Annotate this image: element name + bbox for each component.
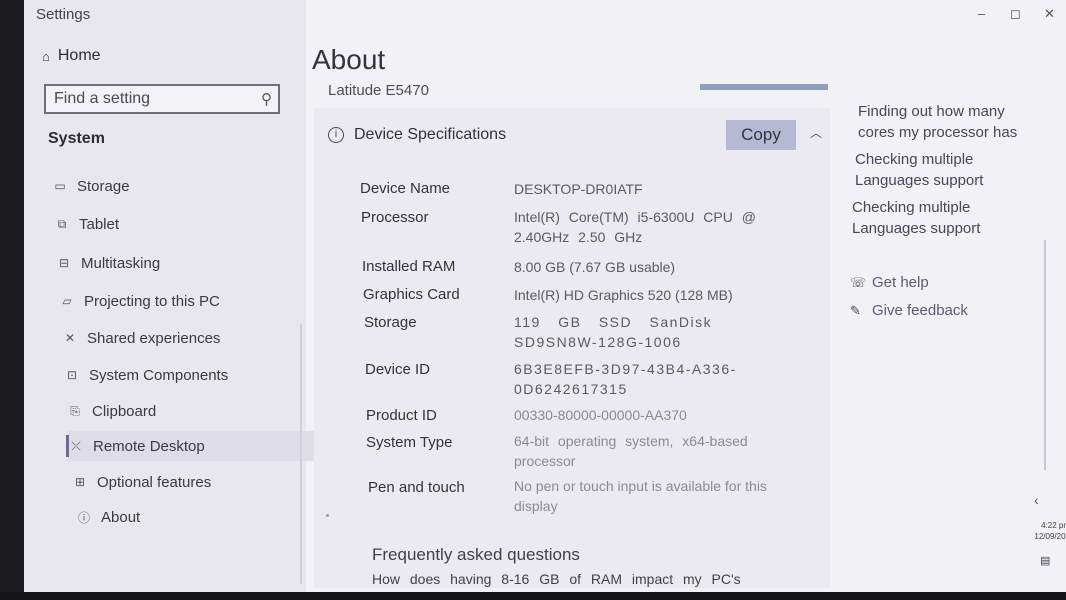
sidebar-item-label: Storage — [77, 177, 130, 195]
scroll-indicator — [326, 514, 329, 517]
section-label: System — [48, 130, 105, 147]
sidebar-item-label: Projecting to this PC — [84, 292, 220, 310]
spec-label-product-id: Product ID — [366, 407, 437, 424]
multitasking-icon: ⊟ — [58, 256, 70, 270]
spec-label-device-id: Device ID — [365, 361, 431, 378]
main-content: About Latitude E5470 i Device Specificat… — [312, 0, 832, 592]
spec-label-processor: Processor — [361, 209, 429, 226]
home-label: Home — [57, 47, 101, 64]
sidebar-item-label: System Components — [89, 366, 229, 384]
home-icon: ⌂ — [42, 48, 50, 64]
sidebar-item-about[interactable]: ⓘ About — [76, 502, 326, 532]
spec-label-storage: Storage — [364, 314, 417, 331]
maximize-icon[interactable]: ◻ — [1010, 6, 1021, 22]
clipboard-icon: ⎘ — [70, 403, 80, 418]
device-specifications-panel: i Device Specifications Copy ︿ Device Na… — [314, 108, 830, 588]
spec-label-installed-ram: Installed RAM — [362, 258, 456, 275]
sidebar-item-label: Shared experiences — [87, 329, 221, 347]
search-input[interactable] — [46, 86, 262, 112]
give-feedback-link[interactable]: ✎ Give feedback — [850, 302, 968, 319]
related-settings-panel: – ◻ ✕ Finding out how many cores my proc… — [850, 0, 1066, 592]
get-help-link[interactable]: ☏ Get help — [850, 274, 929, 291]
specs-header-label: Device Specifications — [354, 126, 507, 143]
page-title: About — [312, 44, 386, 75]
sidebar: Settings ⌂ Home ⚲ System ▭ Storage ⧉ Tab… — [24, 0, 344, 592]
sidebar-scrollbar[interactable] — [300, 324, 302, 584]
sidebar-item-system-components[interactable]: ⊡ System Components — [64, 360, 314, 390]
sidebar-item-storage[interactable]: ▭ Storage — [52, 171, 302, 201]
spec-value-device-name: DESKTOP-DR0IATF — [514, 181, 643, 197]
feedback-icon: ✎ — [850, 302, 861, 318]
faq-title: Frequently asked questions — [372, 545, 580, 564]
get-help-label: Get help — [872, 274, 929, 291]
link-processor-cores[interactable]: Finding out how many cores my processor … — [858, 101, 1028, 143]
close-icon[interactable]: ✕ — [1044, 6, 1055, 22]
app-title: Settings — [36, 6, 91, 23]
sidebar-item-multitasking[interactable]: ⊟ Multitasking — [56, 248, 306, 278]
sidebar-item-clipboard[interactable]: ⎘ Clipboard — [67, 396, 317, 426]
link-languages-support[interactable]: Checking multiple Languages support — [855, 149, 1025, 191]
sidebar-item-optional-features[interactable]: ⊞ Optional features — [72, 467, 322, 497]
about-icon: ⓘ — [77, 510, 90, 525]
device-model: Latitude E5470 — [328, 82, 429, 99]
sidebar-item-label: Tablet — [79, 215, 120, 233]
sidebar-home[interactable]: ⌂ Home — [42, 47, 101, 65]
info-icon: i — [328, 127, 344, 143]
spec-value-storage: 119 GB SSD SanDisk SD9SN8W-128G-1006 — [514, 314, 713, 350]
minimize-icon[interactable]: – — [978, 6, 985, 21]
chevron-up-icon[interactable]: ︿ — [810, 124, 822, 141]
spec-value-product-id: 00330-80000-00000-AA370 — [514, 407, 687, 423]
spec-value-installed-ram: 8.00 GB (7.67 GB usable) — [514, 259, 676, 275]
clock-time: 4:22 pm — [1041, 521, 1066, 530]
spec-value-system-type: 64-bit operating system, x64-based proce… — [514, 433, 748, 469]
search-icon[interactable]: ⚲ — [261, 90, 272, 108]
sidebar-item-label: Clipboard — [92, 402, 157, 420]
spec-label-system-type: System Type — [366, 434, 453, 451]
spec-value-device-id: 6B3E8EFB-3D97-43B4-A336-0D6242617315 — [514, 361, 737, 397]
sidebar-item-tablet[interactable]: ⧉ Tablet — [54, 209, 304, 239]
sidebar-item-label: Multitasking — [81, 254, 161, 272]
sidebar-item-projecting[interactable]: ▱ Projecting to this PC — [59, 286, 309, 316]
sidebar-item-label: About — [101, 508, 141, 526]
help-icon: ☏ — [850, 274, 867, 290]
tablet-icon: ⧉ — [57, 216, 67, 231]
spec-label-pen-touch: Pen and touch — [368, 479, 465, 496]
sidebar-item-label: Remote Desktop — [93, 437, 205, 455]
clock-date: 12/09/202 — [1034, 532, 1066, 541]
faq-link[interactable]: How does having 8-16 GB of RAM impact my… — [372, 571, 741, 587]
right-scrollbar[interactable] — [1044, 240, 1046, 470]
storage-icon: ▭ — [54, 179, 66, 193]
copy-button[interactable]: Copy — [726, 120, 796, 150]
search-box[interactable]: ⚲ — [44, 84, 280, 114]
components-icon: ⊡ — [66, 368, 78, 382]
settings-window: Settings ⌂ Home ⚲ System ▭ Storage ⧉ Tab… — [24, 0, 1066, 592]
projector-icon: ▱ — [62, 294, 72, 308]
spec-label-graphics-card: Graphics Card — [363, 286, 460, 303]
screen-bezel — [0, 592, 1066, 600]
remote-icon: ⤫ — [71, 438, 81, 453]
chevron-left-icon[interactable]: ‹ — [1034, 492, 1039, 508]
specs-header[interactable]: i Device Specifications — [328, 126, 506, 144]
notification-icon[interactable]: ▤ — [1040, 554, 1050, 567]
link-languages-support[interactable]: Checking multiple Languages support — [852, 197, 1022, 239]
sidebar-item-shared-experiences[interactable]: ✕ Shared experiences — [62, 323, 312, 353]
sidebar-item-label: Optional features — [97, 473, 212, 491]
clock[interactable]: 4:22 pm 12/09/202 — [1030, 520, 1066, 542]
give-feedback-label: Give feedback — [872, 302, 968, 319]
spec-value-processor: Intel(R) Core(TM) i5-6300U CPU @ 2.40GHz… — [514, 209, 756, 245]
spec-label-device-name: Device Name — [360, 180, 451, 197]
features-icon: ⊞ — [74, 475, 86, 489]
shared-icon: ✕ — [64, 331, 76, 345]
progress-bar — [700, 84, 828, 90]
spec-value-pen-touch: No pen or touch input is available for t… — [514, 478, 767, 514]
sidebar-item-remote-desktop[interactable]: ⤫ Remote Desktop — [66, 431, 344, 461]
spec-value-graphics-card: Intel(R) HD Graphics 520 (128 MB) — [514, 287, 733, 303]
